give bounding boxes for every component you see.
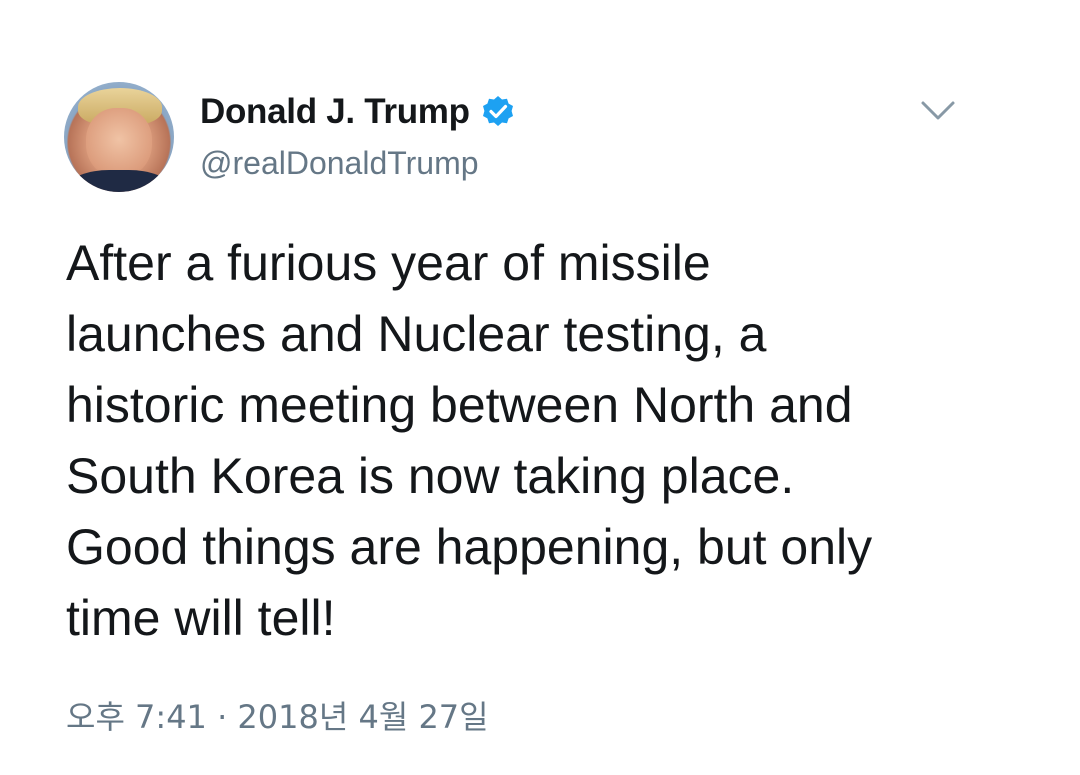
tweet-text: After a furious year of missile launches… bbox=[66, 235, 873, 646]
verified-badge-icon bbox=[480, 94, 516, 130]
chevron-down-icon[interactable] bbox=[918, 96, 958, 126]
author-handle[interactable]: @realDonaldTrump bbox=[200, 145, 479, 182]
avatar[interactable] bbox=[64, 82, 174, 192]
tweet-timestamp[interactable]: 오후 7:41 · 2018년 4월 27일 bbox=[66, 692, 489, 738]
avatar-suit bbox=[70, 170, 168, 192]
author-name-row[interactable]: Donald J. Trump bbox=[200, 92, 516, 132]
author-display-name[interactable]: Donald J. Trump bbox=[200, 92, 470, 132]
tweet-card: Donald J. Trump @realDonaldTrump After a… bbox=[0, 0, 1080, 775]
avatar-face bbox=[86, 108, 152, 178]
